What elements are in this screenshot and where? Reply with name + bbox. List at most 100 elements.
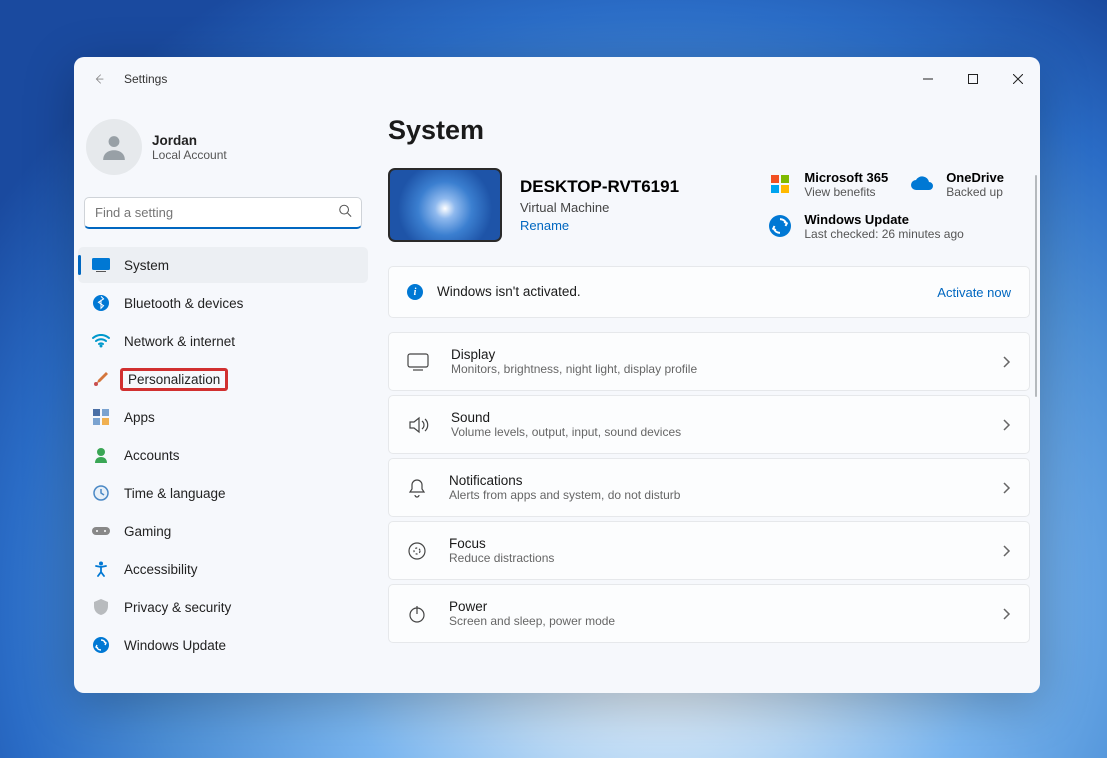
bell-icon <box>407 478 427 498</box>
sidebar-item-update[interactable]: Windows Update <box>78 627 368 663</box>
back-icon <box>92 72 106 86</box>
search-wrap <box>84 197 362 229</box>
tile-sub: Backed up <box>946 185 1004 199</box>
search-input[interactable] <box>84 197 362 229</box>
activation-text: Windows isn't activated. <box>437 284 581 299</box>
card-sub: Screen and sleep, power mode <box>449 614 1001 628</box>
card-focus[interactable]: Focus Reduce distractions <box>388 521 1030 580</box>
accounts-icon <box>92 446 110 464</box>
device-thumbnail <box>388 168 502 242</box>
card-title: Focus <box>449 536 1001 551</box>
brush-icon <box>92 370 110 388</box>
update-icon <box>768 214 792 238</box>
avatar <box>86 119 142 175</box>
card-display[interactable]: Display Monitors, brightness, night ligh… <box>388 332 1030 391</box>
sound-icon <box>407 416 429 434</box>
focus-icon <box>407 541 427 561</box>
tile-onedrive[interactable]: OneDrive Backed up <box>910 168 1030 200</box>
nav-label: Network & internet <box>124 334 235 349</box>
sidebar-item-personalization[interactable]: Personalization <box>78 361 368 397</box>
page-title: System <box>388 115 1030 146</box>
person-icon <box>101 132 127 162</box>
titlebar: Settings <box>74 57 1040 101</box>
sidebar: Jordan Local Account System Bluetooth & … <box>74 101 374 693</box>
info-icon: i <box>407 284 423 300</box>
card-title: Sound <box>451 410 1001 425</box>
main-content: System DESKTOP-RVT6191 Virtual Machine R… <box>374 101 1040 693</box>
sidebar-item-gaming[interactable]: Gaming <box>78 513 368 549</box>
tile-update[interactable]: Windows Update Last checked: 26 minutes … <box>768 210 1030 242</box>
accessibility-icon <box>92 560 110 578</box>
m365-icon <box>768 172 792 196</box>
nav-label: Apps <box>124 410 155 425</box>
nav-label: Accessibility <box>124 562 198 577</box>
rename-link[interactable]: Rename <box>520 218 679 233</box>
account-header[interactable]: Jordan Local Account <box>78 105 368 183</box>
account-name: Jordan <box>152 133 227 148</box>
card-title: Power <box>449 599 1001 614</box>
search-icon <box>338 204 352 223</box>
wifi-icon <box>92 332 110 350</box>
activate-link[interactable]: Activate now <box>937 285 1011 300</box>
nav-label: Windows Update <box>124 638 226 653</box>
bluetooth-icon <box>92 294 110 312</box>
device-name: DESKTOP-RVT6191 <box>520 177 679 197</box>
sidebar-item-time[interactable]: Time & language <box>78 475 368 511</box>
card-title: Display <box>451 347 1001 362</box>
gaming-icon <box>92 522 110 540</box>
scrollbar[interactable] <box>1035 175 1037 397</box>
nav-label: Personalization <box>120 368 228 391</box>
system-icon <box>92 256 110 274</box>
nav-label: Privacy & security <box>124 600 231 615</box>
nav-label: Gaming <box>124 524 171 539</box>
sidebar-item-apps[interactable]: Apps <box>78 399 368 435</box>
card-sub: Volume levels, output, input, sound devi… <box>451 425 1001 439</box>
device-tile[interactable]: DESKTOP-RVT6191 Virtual Machine Rename <box>388 168 679 242</box>
apps-icon <box>92 408 110 426</box>
account-sub: Local Account <box>152 148 227 162</box>
activation-card[interactable]: i Windows isn't activated. Activate now <box>388 266 1030 318</box>
nav-label: Bluetooth & devices <box>124 296 243 311</box>
chevron-right-icon <box>1001 355 1011 369</box>
minimize-icon <box>923 74 933 84</box>
tile-sub: View benefits <box>804 185 888 199</box>
card-title: Notifications <box>449 473 1001 488</box>
card-notifications[interactable]: Notifications Alerts from apps and syste… <box>388 458 1030 517</box>
sidebar-item-accessibility[interactable]: Accessibility <box>78 551 368 587</box>
nav-list: System Bluetooth & devices Network & int… <box>78 247 368 693</box>
tile-title: OneDrive <box>946 170 1004 185</box>
chevron-right-icon <box>1001 418 1011 432</box>
device-type: Virtual Machine <box>520 200 679 215</box>
shield-icon <box>92 598 110 616</box>
card-power[interactable]: Power Screen and sleep, power mode <box>388 584 1030 643</box>
back-button[interactable] <box>88 68 110 90</box>
tile-sub: Last checked: 26 minutes ago <box>804 227 963 241</box>
card-sub: Reduce distractions <box>449 551 1001 565</box>
chevron-right-icon <box>1001 607 1011 621</box>
sidebar-item-network[interactable]: Network & internet <box>78 323 368 359</box>
nav-label: System <box>124 258 169 273</box>
chevron-right-icon <box>1001 544 1011 558</box>
header-tiles: DESKTOP-RVT6191 Virtual Machine Rename M… <box>388 168 1030 242</box>
card-sub: Monitors, brightness, night light, displ… <box>451 362 1001 376</box>
sidebar-item-system[interactable]: System <box>78 247 368 283</box>
sidebar-item-bluetooth[interactable]: Bluetooth & devices <box>78 285 368 321</box>
nav-label: Accounts <box>124 448 180 463</box>
display-icon <box>407 353 429 371</box>
close-icon <box>1013 74 1023 84</box>
chevron-right-icon <box>1001 481 1011 495</box>
card-sub: Alerts from apps and system, do not dist… <box>449 488 1001 502</box>
onedrive-icon <box>910 172 934 196</box>
minimize-button[interactable] <box>905 60 950 98</box>
tile-title: Microsoft 365 <box>804 170 888 185</box>
sidebar-item-accounts[interactable]: Accounts <box>78 437 368 473</box>
tile-m365[interactable]: Microsoft 365 View benefits <box>768 168 888 200</box>
settings-window: Settings Jordan Local Account <box>74 57 1040 693</box>
sidebar-item-privacy[interactable]: Privacy & security <box>78 589 368 625</box>
card-sound[interactable]: Sound Volume levels, output, input, soun… <box>388 395 1030 454</box>
close-button[interactable] <box>995 60 1040 98</box>
maximize-icon <box>968 74 978 84</box>
nav-label: Time & language <box>124 486 226 501</box>
clock-icon <box>92 484 110 502</box>
maximize-button[interactable] <box>950 60 995 98</box>
